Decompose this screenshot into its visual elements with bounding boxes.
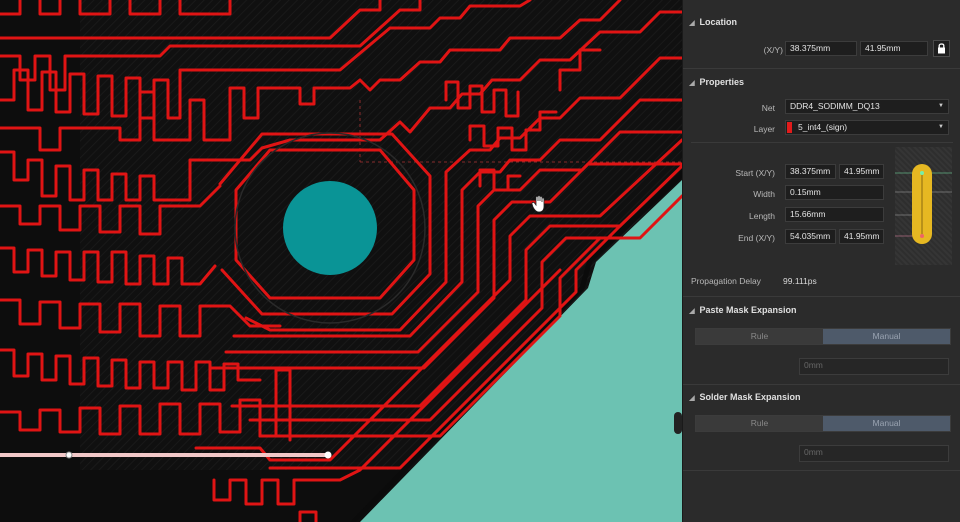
location-xy-label: (X/Y) xyxy=(763,45,783,55)
net-value: DDR4_SODIMM_DQ13 xyxy=(790,101,880,111)
solder-mask-manual-option[interactable]: Manual xyxy=(823,416,950,431)
collapse-triangle-icon: ◢ xyxy=(689,80,695,87)
layer-label: Layer xyxy=(753,124,775,134)
paste-mask-value-field[interactable]: 0mm xyxy=(799,358,949,375)
layer-color-swatch xyxy=(787,122,792,133)
width-label: Width xyxy=(753,189,775,199)
net-label: Net xyxy=(761,103,775,113)
collapse-triangle-icon: ◢ xyxy=(689,308,695,315)
solder-mask-header-label: Solder Mask Expansion xyxy=(699,392,801,402)
solder-mask-mode-toggle[interactable]: Rule Manual xyxy=(695,415,951,432)
propagation-delay-label: Propagation Delay xyxy=(691,276,761,286)
pcb-board-view[interactable] xyxy=(0,0,682,522)
layer-value: 5_int4_(sign) xyxy=(798,122,848,132)
paste-mask-section-header[interactable]: ◢ Paste Mask Expansion xyxy=(683,303,960,317)
propagation-delay-value: 99.111ps xyxy=(783,276,817,286)
properties-section-header[interactable]: ◢ Properties xyxy=(683,75,960,89)
properties-header-label: Properties xyxy=(699,77,745,87)
properties-panel: ◢ Location (X/Y) 38.375mm 41.95mm ◢ Prop… xyxy=(682,0,960,522)
collapse-triangle-icon: ◢ xyxy=(689,395,695,402)
pcb-canvas[interactable] xyxy=(0,0,682,522)
end-xy-label: End (X/Y) xyxy=(738,233,775,243)
start-x-field[interactable]: 38.375mm xyxy=(785,164,836,179)
via-pad[interactable] xyxy=(283,181,377,275)
paste-mask-rule-option[interactable]: Rule xyxy=(696,329,823,344)
lock-button[interactable] xyxy=(933,40,950,57)
length-label: Length xyxy=(749,211,775,221)
end-y-field[interactable]: 41.95mm xyxy=(839,229,884,244)
paste-mask-mode-toggle[interactable]: Rule Manual xyxy=(695,328,951,345)
paste-mask-manual-option[interactable]: Manual xyxy=(823,329,950,344)
length-field[interactable]: 15.66mm xyxy=(785,207,884,222)
solder-mask-value-field[interactable]: 0mm xyxy=(799,445,949,462)
location-x-field[interactable]: 38.375mm xyxy=(785,41,857,56)
net-dropdown[interactable]: DDR4_SODIMM_DQ13 xyxy=(785,99,949,114)
start-y-field[interactable]: 41.95mm xyxy=(839,164,884,179)
track-preview xyxy=(895,147,952,265)
lock-icon xyxy=(938,43,945,54)
solder-mask-section-header[interactable]: ◢ Solder Mask Expansion xyxy=(683,390,960,404)
location-header-label: Location xyxy=(699,17,738,27)
start-xy-label: Start (X/Y) xyxy=(735,168,775,178)
location-y-field[interactable]: 41.95mm xyxy=(860,41,928,56)
width-field[interactable]: 0.15mm xyxy=(785,185,884,200)
layer-dropdown[interactable]: 5_int4_(sign) xyxy=(785,120,949,135)
end-x-field[interactable]: 54.035mm xyxy=(785,229,836,244)
solder-mask-rule-option[interactable]: Rule xyxy=(696,416,823,431)
collapse-triangle-icon: ◢ xyxy=(689,20,695,27)
paste-mask-header-label: Paste Mask Expansion xyxy=(699,305,797,315)
location-section-header[interactable]: ◢ Location xyxy=(683,15,960,29)
